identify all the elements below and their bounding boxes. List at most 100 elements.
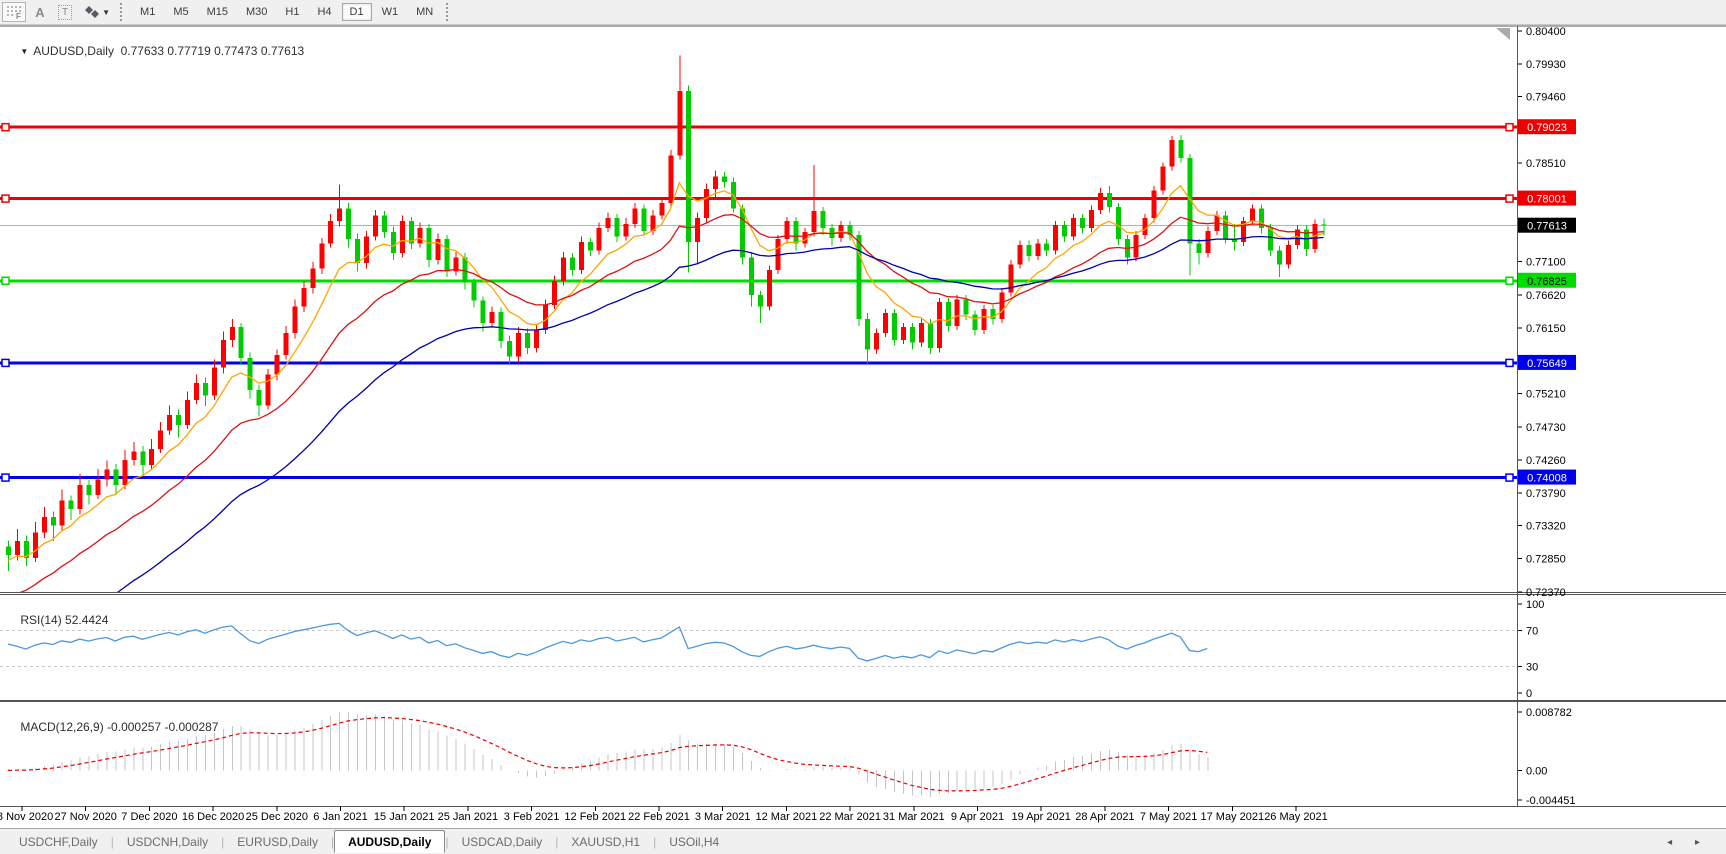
candle-body — [149, 449, 154, 465]
timeframe-button-m15[interactable]: M15 — [199, 3, 236, 21]
candle-body — [641, 208, 646, 230]
tab-usdcnh[interactable]: USDCNH,Daily — [114, 832, 221, 852]
axis-tick-label: 0.72370 — [1526, 587, 1566, 599]
axis-tick-label: 0.79460 — [1526, 92, 1566, 104]
text-label-tool-button[interactable]: A — [30, 2, 50, 22]
axis-tick-label: 16 Dec 2020 — [182, 811, 244, 823]
candle-body — [355, 239, 360, 263]
rsi-pane[interactable] — [0, 623, 1517, 666]
axis-tick-label: 0.00 — [1526, 765, 1547, 777]
line-anchor[interactable] — [2, 359, 9, 366]
candle-body — [337, 208, 342, 221]
candle-body — [1116, 207, 1121, 239]
candle-body — [1161, 167, 1166, 191]
axis-tick-label: 0.77100 — [1526, 257, 1566, 269]
chart-shift-marker[interactable] — [1496, 28, 1510, 40]
candle-body — [292, 306, 297, 333]
line-anchor[interactable] — [1506, 195, 1513, 202]
candle-body — [820, 211, 825, 228]
timeframe-button-m5[interactable]: M5 — [165, 3, 196, 21]
candle-body — [6, 547, 11, 555]
axis-tick-label: 15 Jan 2021 — [374, 811, 435, 823]
line-anchor[interactable] — [2, 277, 9, 284]
candle-body — [1178, 140, 1183, 158]
timeframe-button-mn[interactable]: MN — [408, 3, 441, 21]
axis-tick-label: 0.76825 — [1527, 276, 1567, 288]
axis-tick-label: 27 Nov 2020 — [55, 811, 117, 823]
ohlc-open: 0.77633 — [121, 44, 164, 58]
text-box-icon: T — [58, 5, 72, 20]
tab-usdchf[interactable]: USDCHF,Daily — [6, 832, 111, 852]
tab-usoil[interactable]: USOil,H4 — [656, 832, 732, 852]
candle-body — [999, 292, 1004, 319]
axis-tick-label: 17 May 2021 — [1200, 811, 1264, 823]
arrow-tool-button[interactable]: ▼ — [80, 2, 114, 22]
candle-body — [874, 333, 879, 350]
axis-tick-label: 0.008782 — [1526, 707, 1572, 719]
macd-signal-value: -0.000287 — [164, 720, 218, 734]
rsi-current-value: 52.4424 — [65, 613, 108, 627]
candle-body — [964, 299, 969, 314]
tab-scroll-arrows[interactable]: ◂ ▸ — [1667, 837, 1710, 848]
ma-line-40 — [8, 237, 1324, 668]
rsi-name: RSI(14) — [20, 613, 61, 627]
timeframe-button-m1[interactable]: M1 — [132, 3, 163, 21]
timeframe-button-h1[interactable]: H1 — [277, 3, 307, 21]
line-anchor[interactable] — [1506, 474, 1513, 481]
candle-body — [973, 315, 978, 330]
tab-usdcad[interactable]: USDCAD,Daily — [449, 832, 556, 852]
candle-body — [937, 302, 942, 348]
line-anchor[interactable] — [1506, 277, 1513, 284]
axis-tick-label: 0 — [1526, 688, 1532, 700]
tab-eurusd[interactable]: EURUSD,Daily — [224, 832, 331, 852]
timeframe-button-m30[interactable]: M30 — [238, 3, 275, 21]
timeframe-button-w1[interactable]: W1 — [374, 3, 407, 21]
line-anchor[interactable] — [1506, 124, 1513, 131]
candle-body — [561, 257, 566, 281]
fibonacci-tool-icon: F — [6, 4, 22, 20]
chevron-down-icon: ▼ — [102, 8, 110, 17]
line-anchor[interactable] — [1506, 359, 1513, 366]
candle-body — [69, 500, 74, 508]
candle-body — [1205, 231, 1210, 253]
candle-body — [659, 203, 664, 216]
candle-body — [33, 533, 38, 558]
axis-tick-label: 12 Feb 2021 — [564, 811, 626, 823]
ohlc-close: 0.77613 — [261, 44, 304, 58]
tab-audusd[interactable]: AUDUSD,Daily — [334, 830, 445, 853]
timeframe-button-d1[interactable]: D1 — [342, 3, 372, 21]
candle-body — [418, 228, 423, 243]
candle-body — [167, 415, 172, 430]
candle-body — [758, 295, 763, 306]
candle-body — [140, 452, 145, 465]
tab-xauusd[interactable]: XAUUSD,H1 — [558, 832, 653, 852]
candle-body — [1044, 243, 1049, 250]
chart-symbol-period: AUDUSD,Daily — [33, 44, 114, 58]
line-anchor[interactable] — [2, 124, 9, 131]
candle-body — [686, 91, 691, 242]
candle-body — [570, 257, 575, 270]
symbol-tab-bar: USDCHF,Daily|USDCNH,Daily|EURUSD,Daily|A… — [0, 828, 1726, 854]
axis-tick-label: 22 Mar 2021 — [819, 811, 881, 823]
candle-body — [1277, 250, 1282, 264]
ohlc-expand-icon[interactable]: ▼ — [20, 47, 28, 56]
timeframe-group: M1M5M15M30H1H4D1W1MN — [131, 3, 442, 21]
timeframe-button-h4[interactable]: H4 — [309, 3, 339, 21]
main-price-pane[interactable] — [0, 55, 1517, 667]
axis-tick-label: 25 Dec 2020 — [246, 811, 308, 823]
fibonacci-tool-button[interactable]: F — [2, 2, 26, 22]
candle-body — [812, 211, 817, 232]
candle-body — [445, 239, 450, 271]
candle-body — [1035, 243, 1040, 256]
chart-title: ▼AUDUSD,Daily 0.77633 0.77719 0.77473 0.… — [7, 30, 304, 72]
text-box-tool-button[interactable]: T — [54, 2, 76, 22]
candle-body — [185, 400, 190, 425]
candle-body — [919, 323, 924, 343]
line-anchor[interactable] — [2, 474, 9, 481]
axis-tick-label: 0.77613 — [1527, 221, 1567, 233]
axis-tick-label: 22 Feb 2021 — [628, 811, 690, 823]
line-anchor[interactable] — [2, 195, 9, 202]
candle-body — [15, 541, 20, 555]
candle-body — [480, 301, 485, 323]
chart-canvas[interactable]: 0.804000.799300.794600.785100.771000.766… — [0, 24, 1726, 830]
